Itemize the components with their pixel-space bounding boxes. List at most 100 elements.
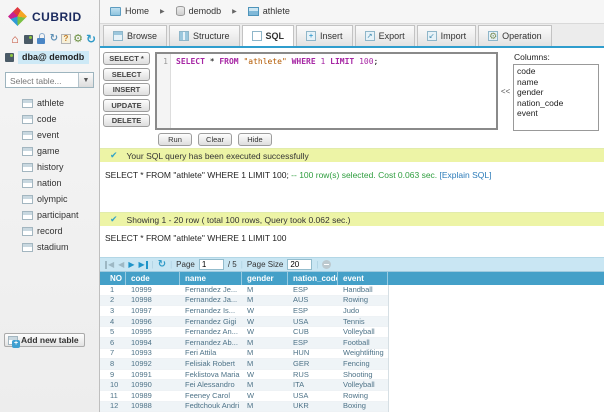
query-result-line: SELECT * FROM "athlete" WHERE 1 LIMIT 10… <box>100 162 604 212</box>
tab-operation[interactable]: Operation <box>478 25 552 46</box>
table-select-dropdown[interactable]: Select table... ▼ <box>5 72 94 88</box>
cell-gender: M <box>242 338 288 348</box>
cell-code: 10991 <box>126 370 180 380</box>
tab-import[interactable]: Import <box>417 25 477 46</box>
previous-page-icon[interactable] <box>118 261 124 269</box>
breadcrumb-database[interactable]: demodb <box>176 6 222 16</box>
query-template-button[interactable]: UPDATE <box>103 99 150 112</box>
help-icon[interactable] <box>61 34 71 44</box>
table-name: game <box>37 146 60 156</box>
table-icon <box>22 163 33 172</box>
query-template-buttons: SELECT * SELECT INSERT UPDATE DELETE <box>103 52 150 130</box>
table-row[interactable]: 7 10993 Feri Attila M HUN Weightlifting <box>100 349 388 360</box>
editor-actions: Run Clear Hide <box>158 133 604 146</box>
clear-button[interactable]: Clear <box>198 133 232 146</box>
query-template-button[interactable]: SELECT * <box>103 52 150 65</box>
cell-event: Rowing <box>338 391 388 401</box>
page-label: Page <box>176 260 195 269</box>
table-list: athlete code event game history nation o… <box>0 95 99 255</box>
table-row[interactable]: 10 10990 Fei Alessandro M ITA Volleyball <box>100 380 388 391</box>
query-template-button[interactable]: INSERT <box>103 83 150 96</box>
sidebar-table-item[interactable]: record <box>0 223 99 239</box>
result-table-body: 1 10999 Fernandez Je... M ESP Handball 2… <box>100 285 389 412</box>
cell-code: 10999 <box>126 285 180 295</box>
tab-structure[interactable]: Structure <box>169 25 240 46</box>
tab-sql[interactable]: SQL <box>242 25 295 46</box>
sidebar-table-item[interactable]: stadium <box>0 239 99 255</box>
table-row[interactable]: 3 10997 Fernandez Is... W ESP Judo <box>100 306 388 317</box>
table-row[interactable]: 11 10989 Feeney Carol W USA Rowing <box>100 391 388 402</box>
collapse-columns-button[interactable]: << <box>498 52 513 130</box>
table-row[interactable]: 12 10988 Fedtchouk Andri M UKR Boxing <box>100 402 388 412</box>
query-template-button[interactable]: DELETE <box>103 114 150 127</box>
column-item[interactable]: nation_code <box>517 98 595 109</box>
cell-event: Rowing <box>338 295 388 305</box>
cell-name: Fernandez Ja... <box>180 295 242 305</box>
column-header[interactable]: nation_code <box>288 272 338 285</box>
cell-event: Handball <box>338 285 388 295</box>
breadcrumb-table[interactable]: athlete <box>248 6 290 16</box>
sync-icon[interactable] <box>48 33 60 45</box>
column-item[interactable]: gender <box>517 87 595 98</box>
column-item[interactable]: name <box>517 77 595 88</box>
sidebar-table-item[interactable]: athlete <box>0 95 99 111</box>
db-connection[interactable]: dba@ demodb <box>3 51 97 64</box>
column-header[interactable]: code <box>126 272 180 285</box>
run-button[interactable]: Run <box>158 133 192 146</box>
settings-gear-icon[interactable] <box>72 33 84 45</box>
table-row[interactable]: 4 10996 Fernandez Gigi W USA Tennis <box>100 317 388 328</box>
table-row[interactable]: 5 10995 Fernandez An... W CUB Volleyball <box>100 327 388 338</box>
sql-code-line[interactable]: SELECT * FROM "athlete" WHERE 1 LIMIT 10… <box>171 54 378 128</box>
columns-panel: Columns: codenamegendernation_codeevent <box>513 52 599 130</box>
next-page-icon[interactable] <box>128 261 134 269</box>
result-info: -- 100 row(s) selected. Cost 0.063 sec. <box>289 170 440 180</box>
page-size-input[interactable] <box>287 259 312 270</box>
lock-icon[interactable] <box>35 33 47 45</box>
sidebar-table-item[interactable]: olympic <box>0 191 99 207</box>
sql-editor[interactable]: 1 SELECT * FROM "athlete" WHERE 1 LIMIT … <box>155 52 498 130</box>
console-icon[interactable] <box>24 35 33 44</box>
columns-listbox[interactable]: codenamegendernation_codeevent <box>513 64 599 131</box>
sidebar-table-item[interactable]: code <box>0 111 99 127</box>
column-item[interactable]: code <box>517 66 595 77</box>
table-row[interactable]: 1 10999 Fernandez Je... M ESP Handball <box>100 285 388 296</box>
tab-export[interactable]: Export <box>355 25 415 46</box>
sidebar-table-item[interactable]: participant <box>0 207 99 223</box>
cell-code: 10993 <box>126 348 180 358</box>
tab-insert[interactable]: Insert <box>296 25 353 46</box>
remove-row-icon[interactable] <box>322 260 331 269</box>
last-page-icon[interactable] <box>138 261 147 269</box>
page-total: / 5 <box>228 260 237 269</box>
sidebar-table-item[interactable]: game <box>0 143 99 159</box>
explain-sql-link[interactable]: [Explain SQL] <box>440 170 492 180</box>
add-new-table-button[interactable]: Add new table <box>4 333 85 347</box>
table-row[interactable]: 6 10994 Fernandez Ab... M ESP Football <box>100 338 388 349</box>
table-row[interactable]: 2 10998 Fernandez Ja... M AUS Rowing <box>100 296 388 307</box>
chevron-down-icon[interactable]: ▼ <box>78 73 93 87</box>
column-header[interactable]: name <box>180 272 242 285</box>
sidebar-table-item[interactable]: nation <box>0 175 99 191</box>
tab-browse[interactable]: Browse <box>103 25 167 46</box>
reload-icon[interactable] <box>85 33 97 45</box>
column-item[interactable]: event <box>517 108 595 119</box>
hide-button[interactable]: Hide <box>238 133 272 146</box>
table-icon <box>22 227 33 236</box>
refresh-results-icon[interactable] <box>158 260 166 270</box>
sidebar-table-item[interactable]: event <box>0 127 99 143</box>
column-header[interactable]: NO <box>100 272 126 285</box>
connection-icon <box>5 53 14 62</box>
table-row[interactable]: 9 10991 Feklistova Maria W RUS Shooting <box>100 370 388 381</box>
page-number-input[interactable] <box>199 259 224 270</box>
column-header[interactable]: gender <box>242 272 288 285</box>
table-name: code <box>37 114 57 124</box>
sidebar-table-item[interactable]: history <box>0 159 99 175</box>
query-template-button[interactable]: SELECT <box>103 68 150 81</box>
breadcrumb-home[interactable]: Home <box>110 6 149 16</box>
home-icon[interactable] <box>9 33 21 45</box>
cell-gender: W <box>242 370 288 380</box>
columns-label: Columns: <box>514 52 599 62</box>
table-row[interactable]: 8 10992 Felisiak Robert M GER Fencing <box>100 359 388 370</box>
add-table-icon <box>8 336 18 345</box>
first-page-icon[interactable] <box>105 261 114 269</box>
column-header[interactable]: event <box>338 272 388 285</box>
